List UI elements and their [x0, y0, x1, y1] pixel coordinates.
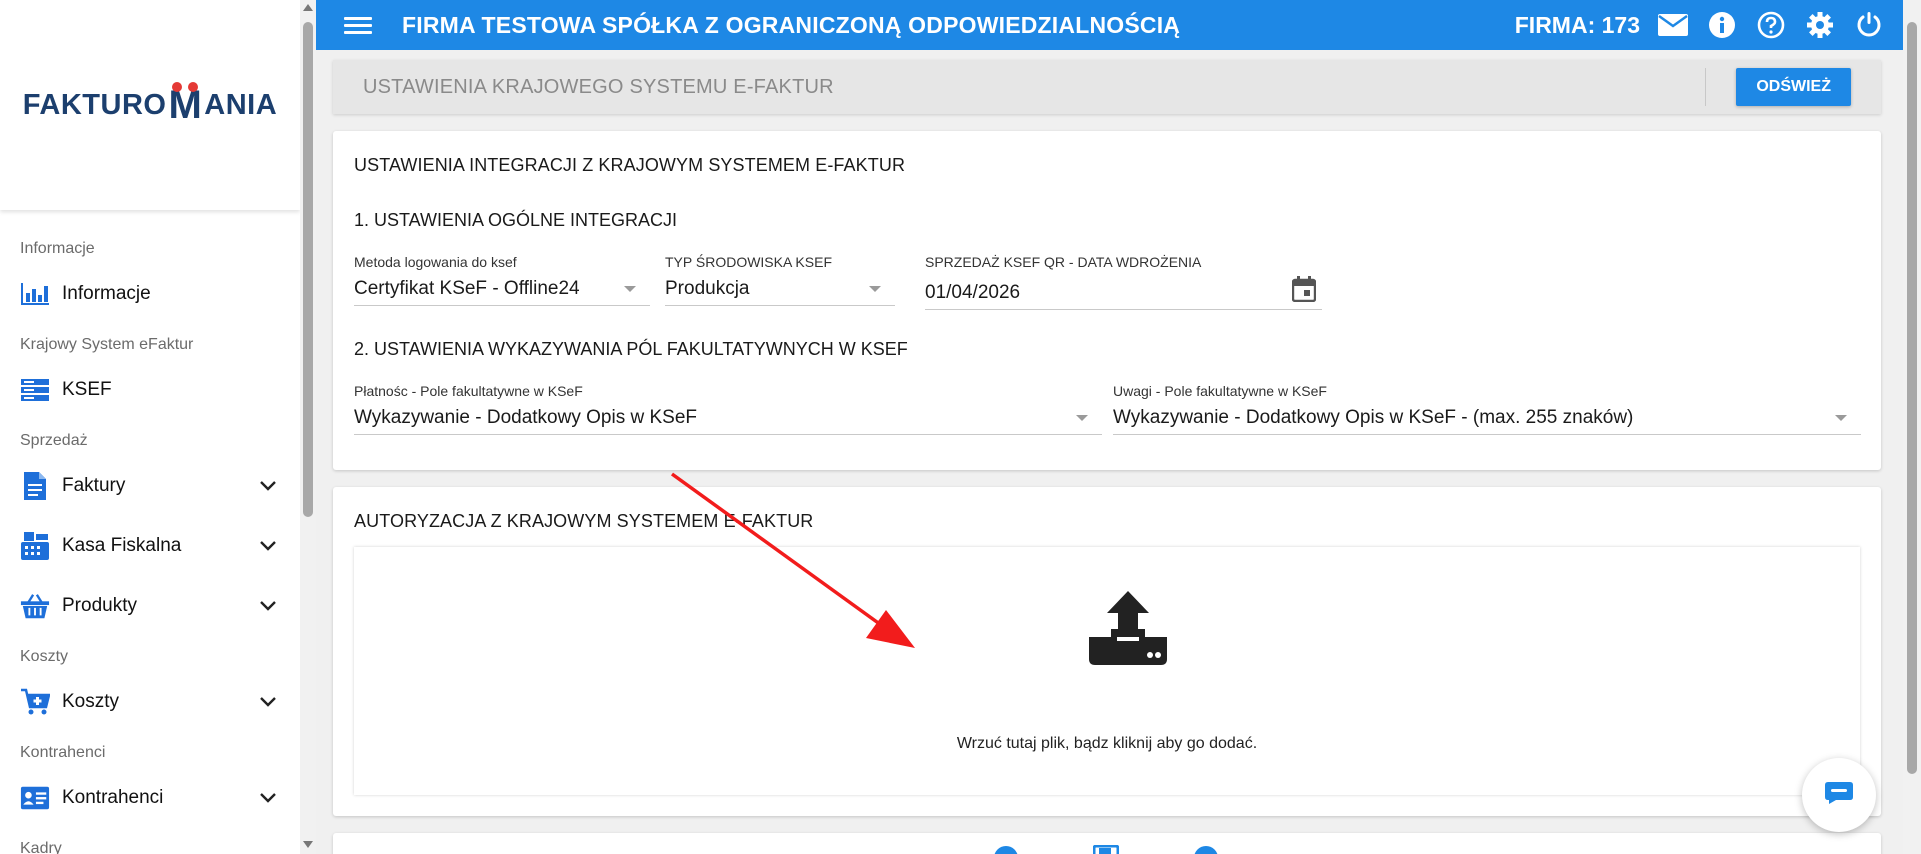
header-divider	[1705, 68, 1707, 106]
sidebar: FAKTURO M ANIA Informacje Informacje Kra…	[0, 0, 300, 854]
refresh-button[interactable]: ODŚWIEŻ	[1736, 68, 1851, 106]
sidebar-item-label: Koszty	[62, 691, 120, 712]
contact-card-icon	[20, 783, 50, 813]
dropdown-arrow-icon	[624, 286, 636, 292]
nav-section-informacje: Informacje	[20, 240, 95, 257]
sidebar-item-koszty[interactable]: Koszty	[0, 672, 300, 732]
document-icon	[20, 471, 50, 501]
payment-optional-label: Płatnośc - Pole fakultatywne w KSeF	[354, 383, 583, 399]
general-settings-heading: 1. USTAWIENIA OGÓLNE INTEGRACJI	[354, 210, 678, 230]
save-icon[interactable]	[1093, 845, 1123, 854]
sidebar-item-produkty[interactable]: Produkty	[0, 576, 300, 636]
main-scrollbar[interactable]	[1903, 0, 1921, 854]
scroll-down-arrow-icon[interactable]	[303, 841, 313, 848]
qr-date-label: SPRZEDAŻ KSEF QR - DATA WDROŻENIA	[925, 254, 1202, 270]
page-header: USTAWIENIA KRAJOWEGO SYSTEMU E-FAKTUR OD…	[333, 60, 1881, 114]
sidebar-scrollbar[interactable]	[300, 0, 316, 854]
qr-date-field[interactable]: SPRZEDAŻ KSEF QR - DATA WDROŻENIA 01/04/…	[925, 254, 1322, 310]
sidebar-item-label: Produkty	[62, 595, 137, 616]
authorization-card: AUTORYZACJA Z KRAJOWYM SYSTEMEM E-FAKTUR…	[333, 487, 1881, 816]
sidebar-nav: Informacje Informacje Krajowy System eFa…	[0, 210, 300, 854]
sidebar-item-faktury[interactable]: Faktury	[0, 456, 300, 516]
help-circle-icon[interactable]	[993, 845, 1023, 854]
sidebar-item-label: Faktury	[62, 475, 126, 496]
payment-optional-select[interactable]: Płatnośc - Pole fakultatywne w KSeF Wyka…	[354, 383, 1102, 435]
sidebar-item-label: Informacje	[62, 283, 151, 304]
page-title: USTAWIENIA KRAJOWEGO SYSTEMU E-FAKTUR	[363, 75, 834, 98]
nav-section-sprzedaz: Sprzedaż	[20, 432, 88, 449]
cash-register-icon	[20, 531, 50, 561]
login-method-value[interactable]: Certyfikat KSeF - Offline24	[354, 276, 650, 306]
dropdown-arrow-icon	[1076, 415, 1088, 421]
logo-text-left: FAKTURO	[22, 89, 167, 121]
chevron-down-icon[interactable]	[256, 786, 280, 810]
remarks-optional-label: Uwagi - Pole fakultatywne w KSeF	[1113, 383, 1327, 399]
info-icon[interactable]	[1707, 10, 1737, 40]
sidebar-item-kontrahenci[interactable]: Kontrahenci	[0, 768, 300, 828]
company-id: FIRMA: 173	[1514, 11, 1640, 38]
logo-text-right: ANIA	[204, 89, 278, 121]
main-scrollbar-thumb[interactable]	[1907, 22, 1917, 774]
sidebar-item-label: KSEF	[62, 379, 112, 400]
basket-icon	[20, 591, 50, 621]
dropdown-arrow-icon	[1835, 415, 1847, 421]
chevron-down-icon[interactable]	[256, 594, 280, 618]
chat-icon	[1824, 781, 1854, 810]
login-method-label: Metoda logowania do ksef	[354, 254, 517, 270]
sidebar-item-label: Kontrahenci	[62, 787, 164, 808]
logo-m-letter: M	[168, 82, 203, 127]
sidebar-scrollbar-thumb[interactable]	[303, 22, 313, 517]
remarks-optional-select[interactable]: Uwagi - Pole fakultatywne w KSeF Wykazyw…	[1113, 383, 1861, 435]
calendar-icon[interactable]	[1291, 276, 1318, 303]
sidebar-item-ksef[interactable]: KSEF	[0, 360, 300, 420]
bar-chart-icon	[20, 279, 50, 309]
nav-section-ksef: Krajowy System eFaktur	[20, 336, 194, 353]
login-method-text: Certyfikat KSeF - Offline24	[354, 278, 580, 299]
dropdown-arrow-icon	[869, 286, 881, 292]
mail-icon[interactable]	[1658, 10, 1688, 40]
sidebar-item-label: Kasa Fiskalna	[62, 535, 182, 556]
payment-optional-text: Wykazywanie - Dodatkowy Opis w KSeF	[354, 407, 697, 428]
authorization-card-title: AUTORYZACJA Z KRAJOWYM SYSTEMEM E-FAKTUR	[354, 511, 814, 531]
nav-section-kadry: Kadry	[20, 840, 62, 854]
login-method-select[interactable]: Metoda logowania do ksef Certyfikat KSeF…	[354, 254, 650, 306]
nav-section-koszty: Koszty	[20, 648, 69, 665]
fakturomania-logo[interactable]: FAKTURO M ANIA	[22, 82, 278, 127]
integration-settings-card: USTAWIENIA INTEGRACJI Z KRAJOWYM SYSTEME…	[333, 131, 1881, 470]
chevron-down-icon[interactable]	[256, 534, 280, 558]
chat-button[interactable]	[1802, 758, 1876, 832]
environment-type-value[interactable]: Produkcja	[665, 276, 895, 306]
top-app-bar: FIRMA TESTOWA SPÓŁKA Z OGRANICZONĄ ODPOW…	[316, 0, 1903, 50]
remarks-optional-value[interactable]: Wykazywanie - Dodatkowy Opis w KSeF - (m…	[1113, 405, 1861, 435]
environment-type-label: TYP ŚRODOWISKA KSEF	[665, 254, 833, 270]
qr-date-text: 01/04/2026	[925, 282, 1021, 303]
logo-area: FAKTURO M ANIA	[0, 0, 300, 210]
company-title: FIRMA TESTOWA SPÓŁKA Z OGRANICZONĄ ODPOW…	[402, 11, 1181, 38]
help-icon[interactable]	[1756, 10, 1786, 40]
nav-section-kontrahenci: Kontrahenci	[20, 744, 106, 761]
hamburger-menu-icon[interactable]	[344, 13, 372, 38]
integration-card-title: USTAWIENIA INTEGRACJI Z KRAJOWYM SYSTEME…	[354, 155, 906, 175]
chevron-down-icon[interactable]	[256, 690, 280, 714]
remarks-optional-text: Wykazywanie - Dodatkowy Opis w KSeF - (m…	[1113, 407, 1634, 428]
scroll-up-arrow-icon[interactable]	[303, 4, 313, 11]
dropzone-instructions: Wrzuć tutaj plik, bądz kliknij aby go do…	[956, 735, 1258, 752]
optional-fields-heading: 2. USTAWIENIA WYKAZYWANIA PÓL FAKULTATYW…	[354, 339, 908, 359]
sidebar-item-informacje[interactable]: Informacje	[0, 264, 300, 324]
chevron-down-icon[interactable]	[256, 474, 280, 498]
server-icon	[20, 375, 50, 405]
payment-optional-value[interactable]: Wykazywanie - Dodatkowy Opis w KSeF	[354, 405, 1102, 435]
power-icon[interactable]	[1854, 10, 1884, 40]
qr-date-input[interactable]: 01/04/2026	[925, 276, 1322, 310]
gear-icon[interactable]	[1805, 10, 1835, 40]
cart-icon	[20, 687, 50, 717]
environment-type-text: Produkcja	[665, 278, 750, 299]
check-circle-icon[interactable]	[1193, 845, 1223, 854]
upload-icon	[1087, 587, 1169, 669]
file-dropzone[interactable]: Wrzuć tutaj plik, bądz kliknij aby go do…	[354, 547, 1860, 795]
sidebar-item-kasa-fiskalna[interactable]: Kasa Fiskalna	[0, 516, 300, 576]
environment-type-select[interactable]: TYP ŚRODOWISKA KSEF Produkcja	[665, 254, 895, 306]
